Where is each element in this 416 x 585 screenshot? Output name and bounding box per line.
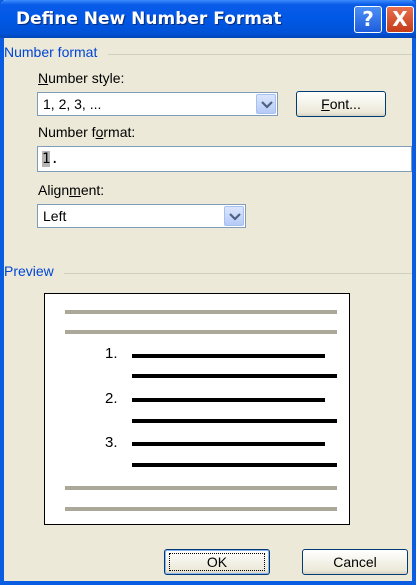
preview-text-line [132,419,337,423]
dialog-title: Define New Number Format [16,9,282,29]
preview-group-label: Preview [4,263,54,279]
alignment-value: Left [43,208,67,224]
number-format-input[interactable]: 1. [37,146,412,172]
preview-gray-line [65,330,337,334]
preview-text-line [132,463,337,467]
number-style-value: 1, 2, 3, ... [43,96,102,112]
preview-item-number: 3. [105,434,118,451]
focus-rectangle [169,553,265,571]
preview-text-line [132,398,325,402]
title-bar[interactable]: Define New Number Format ? X [0,0,416,38]
help-button[interactable]: ? [354,6,382,33]
preview-gray-line [65,507,337,511]
font-button[interactable]: Font... [296,91,386,117]
alignment-label: Alignment: [38,182,105,198]
number-style-label: Number style: [38,70,125,86]
preview-text-line [132,442,325,446]
preview-pane: 1. 2. 3. [44,293,350,525]
chevron-down-icon [261,101,273,109]
number-format-label: Number format: [38,124,136,140]
number-style-select[interactable]: 1, 2, 3, ... [37,92,278,116]
preview-text-line [132,374,337,378]
preview-text-line [132,354,325,358]
preview-item-number: 1. [105,345,118,362]
alignment-dropdown-button[interactable] [224,206,244,226]
preview-gray-line [65,310,337,314]
ok-button[interactable]: OK [164,549,270,575]
preview-gray-line [65,486,337,490]
number-style-dropdown-button[interactable] [256,94,276,114]
number-format-group-label: Number format [4,44,98,60]
help-icon: ? [362,7,374,31]
close-icon: X [392,7,408,31]
chevron-down-icon [229,213,241,221]
preview-item-number: 2. [105,390,118,407]
preview-group-divider [64,273,412,274]
close-button[interactable]: X [386,6,414,33]
cancel-button[interactable]: Cancel [302,549,408,575]
number-format-text: . [50,151,59,167]
number-format-group-divider [108,54,412,55]
alignment-select[interactable]: Left [37,204,246,228]
